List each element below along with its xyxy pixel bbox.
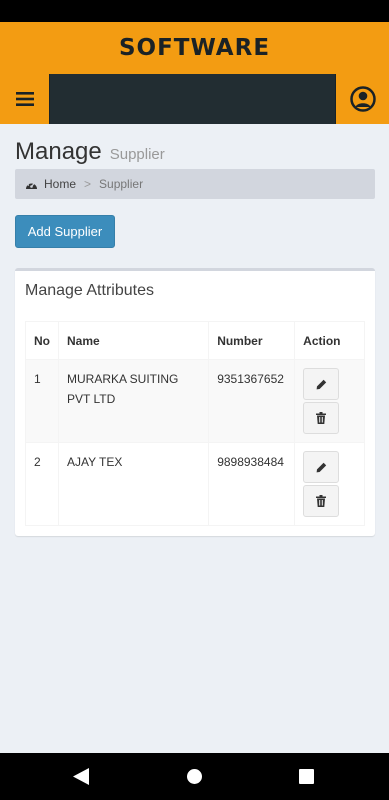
row-name: AJAY TEX — [57, 442, 210, 526]
trash-icon — [316, 412, 327, 424]
status-bar — [0, 0, 389, 22]
row-number: 9898938484 — [208, 442, 296, 526]
breadcrumb-home-link[interactable]: Home — [25, 177, 76, 191]
top-navbar — [0, 74, 389, 124]
row-name: MURARKA SUITING PVT LTD — [57, 359, 210, 443]
breadcrumb: Home > Supplier — [15, 169, 375, 199]
brand-header: SOFTWARE — [0, 22, 389, 74]
pencil-icon — [316, 462, 326, 472]
manage-attributes-box: Manage Attributes No Name Number Action … — [15, 268, 375, 536]
row-no: 1 — [25, 359, 59, 443]
breadcrumb-current: Supplier — [99, 177, 144, 191]
table-row: 1 MURARKA SUITING PVT LTD 9351367652 — [25, 359, 365, 443]
delete-button[interactable] — [303, 485, 340, 517]
brand-logo-text: SOFTWARE — [118, 35, 271, 61]
column-header-name: Name — [57, 321, 210, 360]
table-row: 2 AJAY TEX 9898938484 — [25, 442, 365, 526]
column-header-action: Action — [294, 321, 365, 360]
back-icon[interactable] — [73, 768, 89, 785]
row-actions — [294, 359, 365, 443]
row-actions — [294, 442, 365, 526]
page-title: Manage — [15, 138, 102, 165]
table-header-row: No Name Number Action — [25, 321, 365, 360]
user-circle-icon — [349, 86, 376, 112]
breadcrumb-home-label: Home — [44, 177, 77, 191]
add-supplier-button[interactable]: Add Supplier — [15, 215, 115, 248]
row-no: 2 — [25, 442, 59, 526]
recent-apps-icon[interactable] — [299, 769, 314, 784]
content-wrapper: Manage Supplier Home > Supplier Add Supp… — [0, 124, 389, 753]
edit-button[interactable] — [303, 451, 340, 483]
supplier-table: No Name Number Action 1 MURARKA SUITING … — [25, 321, 365, 526]
page-subtitle: Supplier — [109, 146, 165, 163]
sidebar-toggle-button[interactable] — [0, 74, 50, 124]
hamburger-menu-icon — [15, 92, 34, 106]
android-navigation-bar — [0, 753, 389, 800]
dashboard-icon — [26, 181, 37, 189]
content-header: Manage Supplier — [15, 138, 165, 166]
column-header-no: No — [25, 321, 59, 360]
home-icon[interactable] — [187, 769, 202, 784]
trash-icon — [316, 495, 327, 507]
row-number: 9351367652 — [208, 359, 296, 443]
edit-button[interactable] — [303, 368, 340, 400]
column-header-number: Number — [208, 321, 296, 360]
box-title: Manage Attributes — [25, 282, 154, 299]
user-menu-button[interactable] — [335, 74, 389, 124]
pencil-icon — [316, 379, 326, 389]
delete-button[interactable] — [303, 402, 340, 434]
breadcrumb-separator: > — [84, 177, 92, 191]
